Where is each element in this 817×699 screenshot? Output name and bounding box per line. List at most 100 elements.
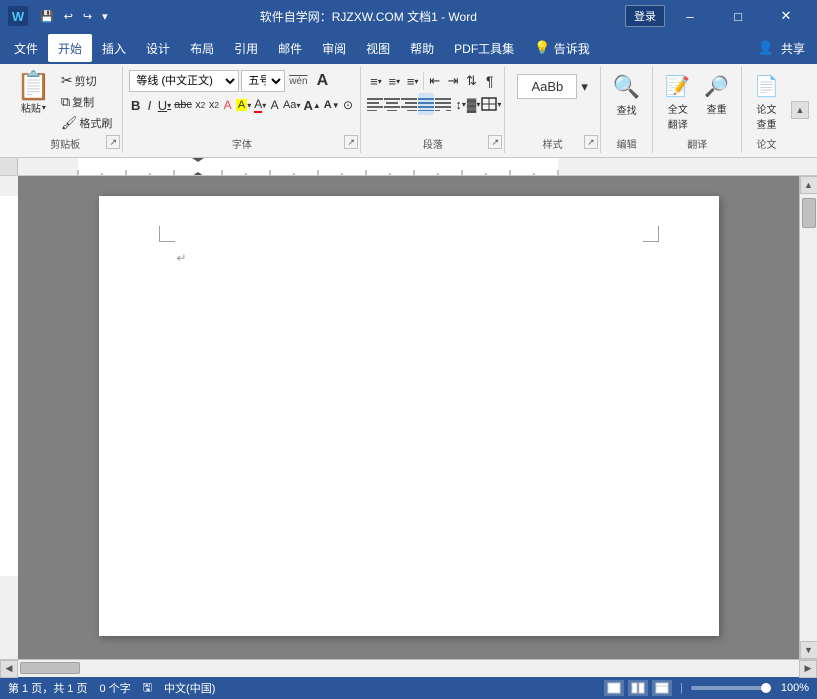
ribbon-scroll-up[interactable]: ▲ — [791, 101, 809, 119]
status-bar: 第 1 页，共 1 页 0 个字 🖫 中文(中国) | 100% — [0, 677, 817, 699]
align-left-button[interactable] — [367, 93, 383, 115]
paste-button[interactable]: 📋 粘贴 ▾ — [12, 70, 55, 117]
menu-help[interactable]: 帮助 — [400, 34, 444, 62]
numbering-button[interactable]: ≡▾ — [386, 70, 403, 92]
zoom-slider[interactable] — [691, 686, 771, 690]
word-count: 0 个字 — [99, 680, 130, 696]
editing-section: 🔍 查找 编辑 — [601, 66, 653, 153]
login-button[interactable]: 登录 — [625, 5, 665, 27]
strikethrough-button[interactable]: abc — [173, 94, 193, 116]
print-view-button[interactable] — [604, 680, 624, 696]
menu-home[interactable]: 开始 — [48, 34, 92, 62]
para-row2: ↕▾ ▓▾ ▾ — [367, 93, 498, 115]
style-section: AaBb ▾ 样式 ↗ — [505, 66, 601, 153]
quick-access-toolbar: 💾 ↩ ↪ ▾ — [36, 8, 112, 25]
font-color-button[interactable]: A▾ — [253, 94, 267, 116]
font-label: 字体 ↗ — [123, 136, 360, 151]
increase-indent-button[interactable]: ⇥ — [444, 70, 461, 92]
italic-button[interactable]: I — [143, 94, 156, 116]
borders-button[interactable]: ▾ — [481, 93, 501, 115]
menu-view[interactable]: 视图 — [356, 34, 400, 62]
highlight-button[interactable]: A▾ — [235, 94, 252, 116]
style-expand[interactable]: ↗ — [584, 135, 598, 149]
copy-button[interactable]: ⧉ 复制 — [57, 92, 117, 112]
share-button[interactable]: 👤 共享 — [749, 36, 813, 61]
superscript-button[interactable]: x2 — [194, 94, 207, 116]
shading-button[interactable]: ▓▾ — [467, 93, 481, 115]
essay-button[interactable]: 📄 论文查重 — [748, 70, 785, 135]
undo-button[interactable]: ↩ — [60, 8, 77, 25]
document-area[interactable]: ↵ — [18, 176, 799, 659]
menu-review[interactable]: 审阅 — [312, 34, 356, 62]
scroll-right-button[interactable]: ▶ — [799, 660, 817, 678]
document-page[interactable]: ↵ — [99, 196, 719, 636]
scroll-up-button[interactable]: ▲ — [800, 176, 817, 194]
font-big-a: A — [311, 70, 333, 92]
title-bar: W 💾 ↩ ↪ ▾ 软件自学网：RJZXW.COM 文档1 - Word 登录 … — [0, 0, 817, 32]
east-asian-button[interactable]: ⊙ — [342, 94, 355, 116]
style-button[interactable]: AaBb ▾ — [511, 70, 594, 103]
page-info: 第 1 页，共 1 页 — [8, 680, 87, 696]
justify-button[interactable] — [418, 93, 434, 115]
font-expand[interactable]: ↗ — [344, 135, 358, 149]
title-bar-controls: 登录 – □ ✕ — [625, 0, 809, 32]
clear-format-button[interactable]: A — [268, 94, 281, 116]
scroll-thumb[interactable] — [802, 198, 816, 228]
align-center-button[interactable] — [384, 93, 400, 115]
align-right-button[interactable] — [401, 93, 417, 115]
menu-right: 👤 共享 — [749, 36, 813, 61]
multilevel-button[interactable]: ≡▾ — [404, 70, 421, 92]
sort-button[interactable]: ⇅ — [463, 70, 480, 92]
paragraph-label: 段落 ↗ — [361, 136, 504, 151]
menu-insert[interactable]: 插入 — [92, 34, 136, 62]
font-shrink-button[interactable]: A▼ — [323, 94, 341, 116]
menu-telltell[interactable]: 💡 告诉我 — [524, 34, 600, 62]
close-button[interactable]: ✕ — [763, 0, 809, 32]
redo-button[interactable]: ↪ — [79, 8, 96, 25]
translation-section: 📝 全文翻译 🔎 查重 翻译 — [653, 66, 742, 153]
h-scroll-thumb[interactable] — [20, 662, 80, 674]
web-view-button[interactable] — [652, 680, 672, 696]
scroll-left-button[interactable]: ◀ — [0, 660, 18, 678]
scroll-track[interactable] — [800, 194, 817, 641]
read-view-button[interactable] — [628, 680, 648, 696]
change-case-button[interactable]: Aa▾ — [282, 94, 301, 116]
para-row1: ≡▾ ≡▾ ≡▾ ⇤ ⇥ ⇅ ¶ — [367, 70, 498, 92]
menu-mail[interactable]: 邮件 — [268, 34, 312, 62]
menu-file[interactable]: 文件 — [4, 34, 48, 62]
menu-design[interactable]: 设计 — [136, 34, 180, 62]
check-duplicate-button[interactable]: 🔎 查重 — [698, 70, 735, 135]
ruler-area — [0, 158, 817, 176]
menu-references[interactable]: 引用 — [224, 34, 268, 62]
font-effect-button[interactable]: A — [221, 94, 234, 116]
font-family-select[interactable]: 等线 (中文正文) — [129, 70, 239, 92]
find-button[interactable]: 🔍 查找 — [607, 70, 646, 121]
customize-qa-button[interactable]: ▾ — [98, 8, 112, 25]
menu-pdf[interactable]: PDF工具集 — [444, 34, 524, 62]
save-button[interactable]: 💾 — [36, 8, 58, 25]
bold-button[interactable]: B — [129, 94, 142, 116]
minimize-button[interactable]: – — [667, 0, 713, 32]
show-marks-button[interactable]: ¶ — [481, 70, 498, 92]
font-grow-button[interactable]: A▲ — [302, 94, 321, 116]
format-painter-button[interactable]: 🖌 格式刷 — [57, 113, 117, 133]
paragraph-expand[interactable]: ↗ — [488, 135, 502, 149]
clipboard-expand[interactable]: ↗ — [106, 135, 120, 149]
underline-button[interactable]: U▾ — [157, 94, 172, 116]
scroll-down-button[interactable]: ▼ — [800, 641, 817, 659]
fulltext-translate-button[interactable]: 📝 全文翻译 — [659, 70, 696, 135]
restore-button[interactable]: □ — [715, 0, 761, 32]
line-spacing-button[interactable]: ↕▾ — [455, 93, 466, 115]
justify2-button[interactable] — [435, 93, 451, 115]
subscript-button[interactable]: x2 — [208, 94, 221, 116]
paragraph-section: ≡▾ ≡▾ ≡▾ ⇤ ⇥ ⇅ ¶ — [361, 66, 505, 153]
menu-layout[interactable]: 布局 — [180, 34, 224, 62]
bullets-button[interactable]: ≡▾ — [367, 70, 384, 92]
font-size-select[interactable]: 五号 — [241, 70, 285, 92]
h-scroll-track[interactable] — [18, 660, 799, 677]
zoom-thumb[interactable] — [761, 683, 771, 693]
decrease-indent-button[interactable]: ⇤ — [426, 70, 443, 92]
cut-button[interactable]: ✂ 剪切 — [57, 70, 117, 91]
ruler-corner[interactable] — [0, 158, 18, 175]
margin-corner-tr — [643, 226, 659, 242]
